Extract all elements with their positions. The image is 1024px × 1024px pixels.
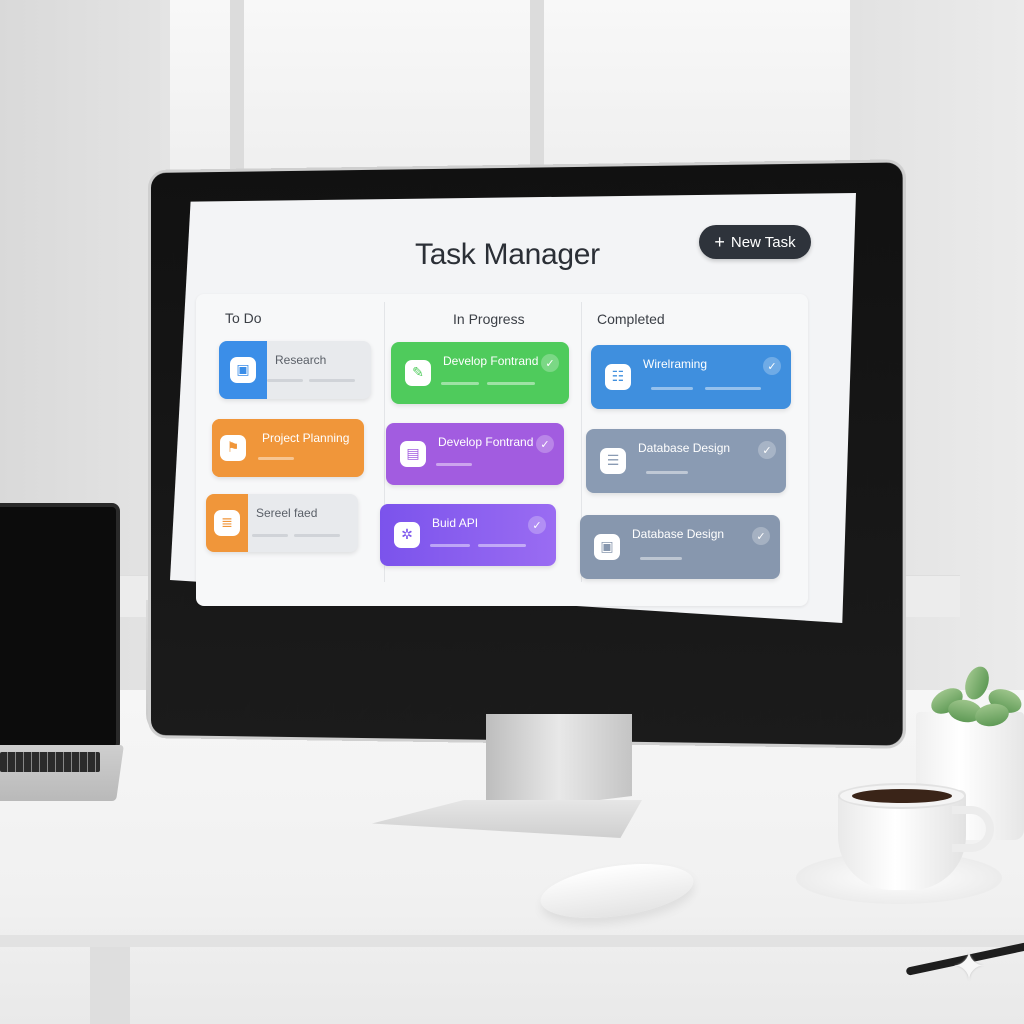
progress-line [309,379,355,382]
progress-line [646,471,688,474]
window-frame [230,0,244,190]
task-card[interactable]: ⚑ Project Planning [212,419,364,477]
card-icon-wrap: ✎ [401,342,435,404]
task-title: Wirelraming [643,357,708,371]
card-icon-wrap: ▣ [590,515,624,579]
check-icon[interactable]: ✓ [752,527,770,545]
laptop-screen [0,503,120,751]
desk-leg [90,947,130,1024]
check-icon[interactable]: ✓ [528,516,546,534]
document-icon: ▤ [400,441,426,467]
task-card[interactable]: ✲ Buid API ✓ [380,504,556,566]
task-card[interactable]: ☰ Database Design ✓ [586,429,786,493]
check-icon[interactable]: ✓ [763,357,781,375]
edit-icon: ✎ [405,360,431,386]
task-title: Database Design [638,441,731,455]
progress-line [436,463,472,466]
progress-line [258,457,294,460]
progress-line [705,387,761,390]
task-title: Research [275,353,327,367]
page-title: Task Manager [415,238,600,271]
progress-line [651,387,693,390]
progress-line [430,544,470,547]
layout-icon: ☷ [605,364,631,390]
sparkle-icon: ✦ [952,944,986,990]
progress-line [252,534,288,537]
progress-line [441,382,479,385]
image-icon: ▣ [230,357,256,383]
card-accent: ⚑ [212,419,254,477]
task-card[interactable]: ≣ Sereel faed [206,494,358,552]
progress-line [640,557,682,560]
card-accent: ≣ [206,494,248,552]
task-card[interactable]: ✎ Develop Fontrand ✓ [391,342,569,404]
card-icon-wrap: ▤ [396,423,430,485]
window [170,0,850,180]
list-icon: ≣ [214,510,240,536]
image-icon: ▣ [594,534,620,560]
progress-line [267,379,303,382]
card-icon-wrap: ✲ [390,504,424,566]
card-icon-wrap: ☰ [596,429,630,493]
flag-icon: ⚑ [220,435,246,461]
column-header-in-progress: In Progress [453,311,525,327]
column-header-completed: Completed [597,311,665,327]
window-frame [530,0,544,190]
plus-icon: + [714,232,725,252]
check-icon[interactable]: ✓ [536,435,554,453]
new-task-label: New Task [730,233,796,251]
task-card[interactable]: ▣ Research [219,341,371,399]
check-icon[interactable]: ✓ [758,441,776,459]
laptop-keyboard [0,752,100,772]
task-title: Sereel faed [256,506,318,520]
card-icon-wrap: ☷ [601,345,635,409]
coffee [852,789,952,803]
progress-line [294,534,340,537]
check-icon[interactable]: ✓ [541,354,559,372]
new-task-button[interactable]: + New Task [699,225,811,259]
progress-line [487,382,535,385]
apple-logo [448,640,486,686]
task-card[interactable]: ☷ Wirelraming ✓ [591,345,791,409]
task-card[interactable]: ▣ Database Design ✓ [580,515,780,579]
progress-line [478,544,526,547]
gear-icon: ✲ [394,522,420,548]
card-accent: ▣ [219,341,267,399]
desk-edge [0,935,1024,947]
task-title: Project Planning [262,431,350,445]
column-header-todo: To Do [225,310,262,326]
task-title: Database Design [632,527,725,541]
database-icon: ☰ [600,448,626,474]
task-card[interactable]: ▤ Develop Fontrand ✓ [386,423,564,485]
